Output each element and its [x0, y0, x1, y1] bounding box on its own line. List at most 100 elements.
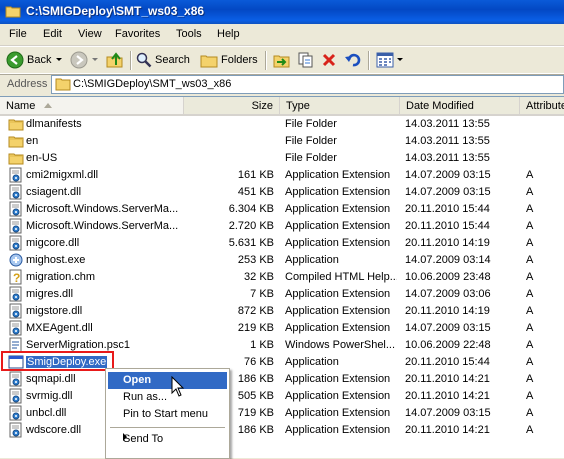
back-button[interactable]: Back [6, 50, 63, 70]
context-menu-run-as[interactable]: Run as... [108, 389, 227, 406]
menu-file[interactable]: File [9, 28, 27, 40]
folders-button[interactable]: Folders [200, 50, 258, 70]
file-size: 1 KB [250, 339, 274, 351]
chevron-down-icon[interactable] [55, 57, 63, 63]
file-size: 451 KB [237, 186, 274, 198]
file-row[interactable]: Microsoft.Windows.ServerMa... 6.304 KB App… [0, 201, 564, 218]
file-row[interactable]: unbcl.dll 719 KB Application Extension 14.0… [0, 405, 564, 422]
file-row[interactable]: migcore.dll 5.631 KB Application Extension… [0, 235, 564, 252]
file-type: Application Extension [285, 220, 391, 232]
menu-edit[interactable]: Edit [43, 28, 62, 40]
chevron-down-icon[interactable] [91, 57, 99, 63]
file-size: 2.720 KB [228, 220, 274, 232]
views-button[interactable] [376, 50, 404, 70]
file-attributes: A [526, 407, 534, 419]
file-type: Application Extension [285, 305, 391, 317]
column-label: Name [6, 100, 36, 112]
menu-bar: File Edit View Favorites Tools Help [0, 24, 564, 46]
context-menu-pin-to-start[interactable]: Pin to Start menu [108, 406, 227, 423]
address-field[interactable]: C:\SMIGDeploy\SMT_ws03_x86 [51, 75, 564, 94]
forward-button[interactable] [70, 50, 99, 70]
file-type: File Folder [285, 118, 337, 130]
menu-tools[interactable]: Tools [176, 28, 202, 40]
folder-row[interactable]: en-US File Folder 14.03.2011 13:55 [0, 150, 564, 167]
file-row[interactable]: svrmig.dll 505 KB Application Extension 20.… [0, 388, 564, 405]
file-row[interactable]: migres.dll 7 KB Application Extension 14.07… [0, 286, 564, 303]
file-type: Compiled HTML Help... [285, 271, 397, 283]
file-type: Application Extension [285, 237, 391, 249]
file-attributes: A [526, 254, 534, 266]
file-date-modified: 10.06.2009 22:48 [405, 339, 491, 351]
file-attributes: A [526, 424, 534, 436]
file-name: MXEAgent.dll [26, 322, 93, 334]
toolbar: Back Search Folders [0, 46, 564, 75]
file-name: en-US [26, 152, 58, 164]
file-type: Windows PowerShel... [285, 339, 396, 351]
menu-favorites[interactable]: Favorites [115, 28, 160, 40]
context-menu-label: Pin to Start menu [123, 408, 208, 420]
file-size: 253 KB [237, 254, 274, 266]
file-type: Application Extension [285, 169, 391, 181]
file-size: 5.631 KB [228, 237, 274, 249]
folder-row[interactable]: en File Folder 14.03.2011 13:55 [0, 133, 564, 150]
file-row[interactable]: mighost.exe 253 KB Application 14.07.2009 0… [0, 252, 564, 269]
file-list-view[interactable]: Name Size Type Date Modified Attributes … [0, 96, 564, 458]
up-folder-button[interactable] [106, 50, 124, 70]
context-menu-send-to[interactable]: Send To [108, 431, 227, 448]
chevron-down-icon[interactable] [396, 57, 404, 63]
column-header-date-modified[interactable]: Date Modified [400, 97, 520, 116]
submenu-arrow-icon [123, 433, 127, 441]
file-date-modified: 20.11.2010 15:44 [405, 203, 490, 215]
file-type: Application Extension [285, 373, 391, 385]
undo-button[interactable] [344, 50, 362, 70]
dll-icon [9, 167, 22, 183]
file-name: Microsoft.Windows.ServerMa... [26, 203, 179, 215]
context-menu-open[interactable]: Open [108, 372, 227, 389]
context-menu-label: Send To [123, 433, 164, 445]
file-date-modified: 14.07.2009 03:14 [405, 254, 491, 266]
file-attributes: A [526, 271, 534, 283]
folder-row[interactable]: dlmanifests File Folder 14.03.2011 13:55 [0, 116, 564, 133]
column-header-attributes[interactable]: Attributes [520, 97, 564, 116]
file-row[interactable]: MXEAgent.dll 219 KB Application Extension 1… [0, 320, 564, 337]
file-row[interactable]: ? migration.chm 32 KB Compiled HTML Help...… [0, 269, 564, 286]
column-label: Type [286, 100, 310, 112]
file-name: migstore.dll [26, 305, 83, 317]
move-to-button[interactable] [273, 50, 291, 70]
file-size: 161 KB [237, 169, 274, 181]
toolbar-separator [265, 51, 267, 70]
file-date-modified: 14.07.2009 03:15 [405, 407, 491, 419]
file-row[interactable]: Microsoft.Windows.ServerMa... 2.720 KB App… [0, 218, 564, 235]
file-row[interactable]: wdscore.dll 186 KB Application Extension 20… [0, 422, 564, 439]
column-header-name[interactable]: Name [0, 97, 184, 116]
file-attributes: A [526, 373, 534, 385]
file-size: 7 KB [250, 288, 274, 300]
file-row[interactable]: sqmapi.dll 186 KB Application Extension 20.… [0, 371, 564, 388]
menu-help[interactable]: Help [217, 28, 240, 40]
delete-button[interactable] [321, 50, 337, 70]
file-row[interactable]: migstore.dll 872 KB Application Extension 2… [0, 303, 564, 320]
folder-icon [8, 119, 24, 131]
file-date-modified: 14.07.2009 03:15 [405, 169, 491, 181]
dll-icon [9, 388, 22, 404]
file-row[interactable]: csiagent.dll 451 KB Application Extension 1… [0, 184, 564, 201]
dll-icon [9, 286, 22, 302]
context-menu-label: Run as... [123, 391, 168, 403]
search-button[interactable]: Search [136, 50, 190, 70]
title-bar[interactable]: C:\SMIGDeploy\SMT_ws03_x86 [0, 0, 564, 24]
file-date-modified: 20.11.2010 15:44 [405, 220, 490, 232]
file-date-modified: 14.07.2009 03:06 [405, 288, 491, 300]
file-name: migres.dll [26, 288, 74, 300]
file-date-modified: 14.07.2009 03:15 [405, 322, 491, 334]
file-type: Application Extension [285, 390, 391, 402]
column-header-type[interactable]: Type [280, 97, 400, 116]
file-attributes: A [526, 390, 534, 402]
column-header-size[interactable]: Size [184, 97, 280, 116]
file-attributes: A [526, 220, 534, 232]
menu-view[interactable]: View [78, 28, 102, 40]
address-value: C:\SMIGDeploy\SMT_ws03_x86 [73, 78, 232, 90]
file-row[interactable]: cmi2migxml.dll 161 KB Application Extensio… [0, 167, 564, 184]
copy-to-button[interactable] [297, 50, 315, 70]
file-size: 32 KB [244, 271, 274, 283]
file-attributes: A [526, 305, 534, 317]
